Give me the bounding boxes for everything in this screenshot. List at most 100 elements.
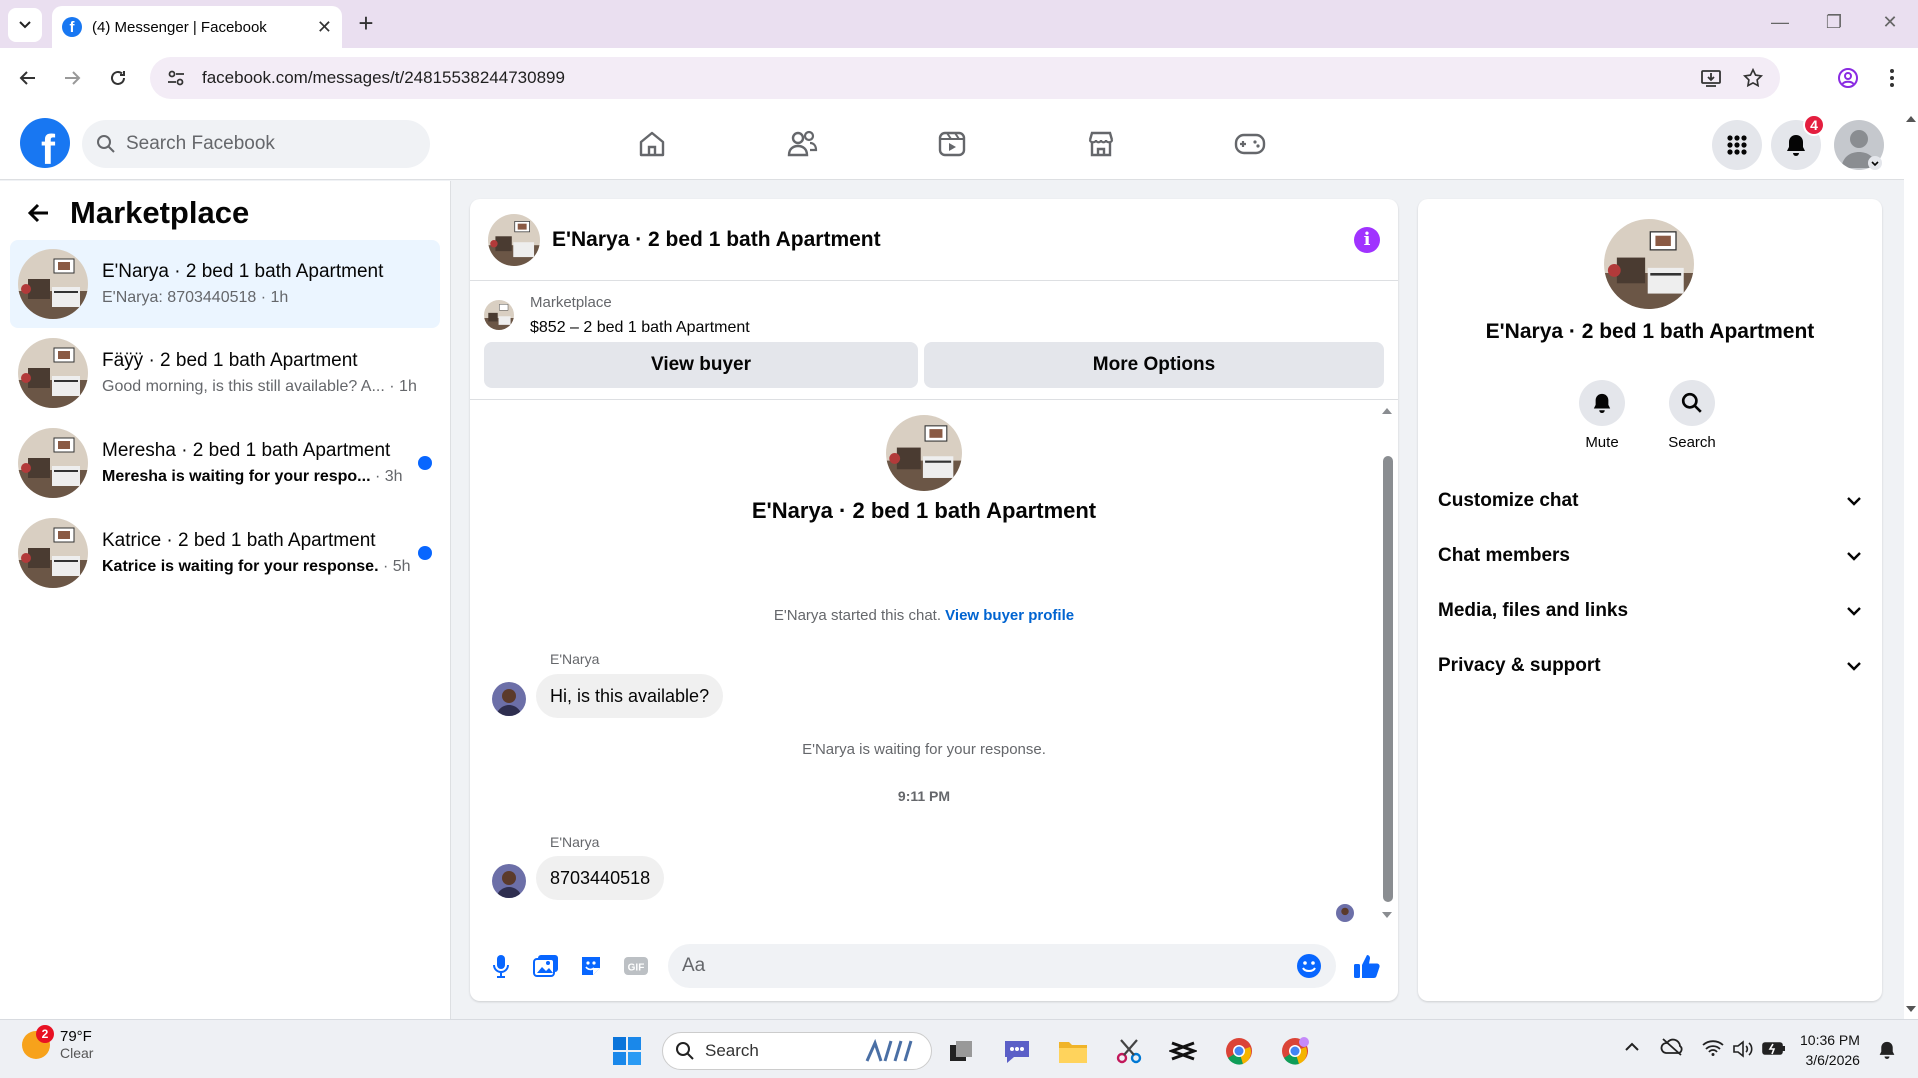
facebook-logo-icon[interactable]: f (20, 118, 70, 168)
chrome-icon (1282, 1037, 1309, 1065)
chrome-button[interactable] (1222, 1034, 1256, 1068)
gif-button[interactable]: GIF (621, 951, 651, 981)
battery-button[interactable] (1762, 1040, 1786, 1056)
gaming-icon (1234, 133, 1266, 155)
more-options-button[interactable]: More Options (924, 342, 1384, 388)
view-buyer-button[interactable]: View buyer (484, 342, 918, 388)
attach-photo-button[interactable] (531, 951, 561, 981)
wifi-button[interactable] (1702, 1040, 1724, 1056)
close-tab-icon[interactable]: ✕ (317, 17, 332, 38)
arrow-left-icon (19, 71, 35, 85)
listing-thumbnail[interactable] (488, 213, 540, 266)
emoji-icon[interactable] (1296, 953, 1322, 979)
mute-label: Mute (1585, 434, 1619, 451)
reload-button[interactable] (102, 62, 134, 94)
divider (470, 399, 1398, 400)
media-files-links-section[interactable]: Media, files and links (1438, 589, 1862, 633)
folder-icon (1059, 1042, 1087, 1063)
start-button[interactable] (610, 1034, 644, 1068)
mute-button[interactable]: Mute (1562, 380, 1642, 451)
restore-button[interactable]: ❐ (1814, 12, 1854, 33)
marketplace-nav-button[interactable] (1073, 124, 1129, 164)
clock-time: 10:36 PM (1800, 1032, 1860, 1048)
taskbar-search[interactable]: Search (662, 1032, 932, 1070)
message-sender: E'Narya (550, 834, 600, 850)
info-icon[interactable]: i (1354, 226, 1380, 253)
sticker-button[interactable] (576, 951, 606, 981)
chrome-icon (1226, 1038, 1252, 1065)
tab-search-dropdown-button[interactable] (8, 8, 42, 42)
facebook-search-input[interactable]: Search Facebook (82, 120, 430, 168)
scroll-up-arrow-icon[interactable] (1904, 114, 1918, 124)
chrome-profile-button[interactable] (1278, 1034, 1312, 1068)
chat-title[interactable]: E'Narya · 2 bed 1 bath Apartment (552, 228, 1354, 252)
chevron-down-icon (19, 21, 31, 29)
gaming-nav-button[interactable] (1222, 124, 1278, 164)
snipping-tool-button[interactable] (1112, 1034, 1146, 1068)
forward-button[interactable] (56, 62, 88, 94)
chat-started-notice: E'Narya started this chat. View buyer pr… (470, 607, 1378, 624)
section-label: Media, files and links (1438, 600, 1629, 621)
show-hidden-icons-button[interactable] (1624, 1042, 1640, 1052)
sender-avatar[interactable] (492, 682, 526, 716)
send-like-button[interactable] (1352, 951, 1382, 981)
close-window-button[interactable]: ✕ (1870, 12, 1910, 33)
scroll-down-arrow-icon[interactable] (1380, 910, 1394, 920)
home-nav-button[interactable] (624, 124, 680, 164)
profile-icon (1838, 68, 1858, 88)
bell-icon (1593, 393, 1611, 413)
chat-started-text: E'Narya started this chat. (773, 607, 941, 624)
conversation-item[interactable]: Meresha · 2 bed 1 bath Apartment Meresha… (10, 419, 440, 507)
back-button[interactable] (12, 62, 44, 94)
friends-nav-button[interactable] (774, 124, 830, 164)
menu-grid-button[interactable] (1712, 120, 1762, 170)
page-scrollbar[interactable] (1904, 108, 1918, 1020)
minimize-button[interactable]: — (1760, 12, 1800, 33)
chat-scrollbar-thumb[interactable] (1383, 456, 1393, 902)
voice-clip-button[interactable] (486, 951, 516, 981)
taskbar-clock[interactable]: 10:36 PM 3/6/2026 (1800, 1030, 1860, 1070)
sender-avatar[interactable] (492, 864, 526, 898)
address-bar[interactable]: facebook.com/messages/t/2481553824473089… (150, 57, 1780, 99)
svg-text:GIF: GIF (628, 963, 645, 974)
customize-chat-section[interactable]: Customize chat (1438, 479, 1862, 523)
onedrive-status-button[interactable] (1660, 1038, 1684, 1056)
search-in-conversation-button[interactable]: Search (1652, 380, 1732, 451)
marketplace-listing-strip: Marketplace $852 – 2 bed 1 bath Apartmen… (484, 290, 1384, 340)
tab-title: (4) Messenger | Facebook (92, 18, 267, 36)
chat-members-section[interactable]: Chat members (1438, 534, 1862, 578)
file-explorer-button[interactable] (1056, 1034, 1090, 1068)
privacy-support-section[interactable]: Privacy & support (1438, 644, 1862, 688)
volume-button[interactable] (1732, 1040, 1754, 1058)
listing-thumbnail (484, 300, 514, 330)
back-arrow-button[interactable] (26, 200, 52, 226)
scroll-up-arrow-icon[interactable] (1380, 406, 1394, 416)
bookmark-star-icon[interactable] (1742, 67, 1764, 89)
home-icon (639, 131, 665, 157)
scroll-down-arrow-icon[interactable] (1904, 1004, 1918, 1014)
message-input[interactable]: Aa (668, 944, 1336, 988)
arrow-right-icon (65, 71, 81, 85)
sticker-icon (582, 957, 600, 975)
marketplace-label: Marketplace (530, 293, 612, 311)
account-chevron-icon[interactable] (1868, 156, 1882, 170)
task-view-icon (950, 1041, 972, 1061)
browser-menu-button[interactable] (1876, 62, 1908, 94)
teams-chat-button[interactable] (1000, 1034, 1034, 1068)
notification-center-button[interactable] (1878, 1040, 1896, 1060)
new-tab-button[interactable]: + (352, 10, 380, 38)
browser-tab-messenger[interactable]: f (4) Messenger | Facebook ✕ (52, 6, 342, 48)
task-view-button[interactable] (944, 1034, 978, 1068)
grid-menu-icon (1727, 135, 1747, 155)
install-app-icon[interactable] (1700, 67, 1722, 89)
profile-button[interactable] (1832, 62, 1864, 94)
conversation-item[interactable]: Fäÿÿ · 2 bed 1 bath Apartment Good morni… (10, 329, 440, 417)
conversation-item[interactable]: Katrice · 2 bed 1 bath Apartment Katrice… (10, 509, 440, 597)
video-nav-button[interactable] (924, 124, 980, 164)
view-buyer-profile-link[interactable]: View buyer profile (945, 607, 1074, 624)
conversation-item[interactable]: E'Narya · 2 bed 1 bath Apartment E'Narya… (10, 240, 440, 328)
weather-widget[interactable]: 2 79°F Clear (22, 1024, 93, 1061)
listing-price-title[interactable]: $852 – 2 bed 1 bath Apartment (530, 319, 750, 337)
site-settings-icon[interactable] (166, 68, 186, 88)
capcut-button[interactable] (1166, 1034, 1200, 1068)
